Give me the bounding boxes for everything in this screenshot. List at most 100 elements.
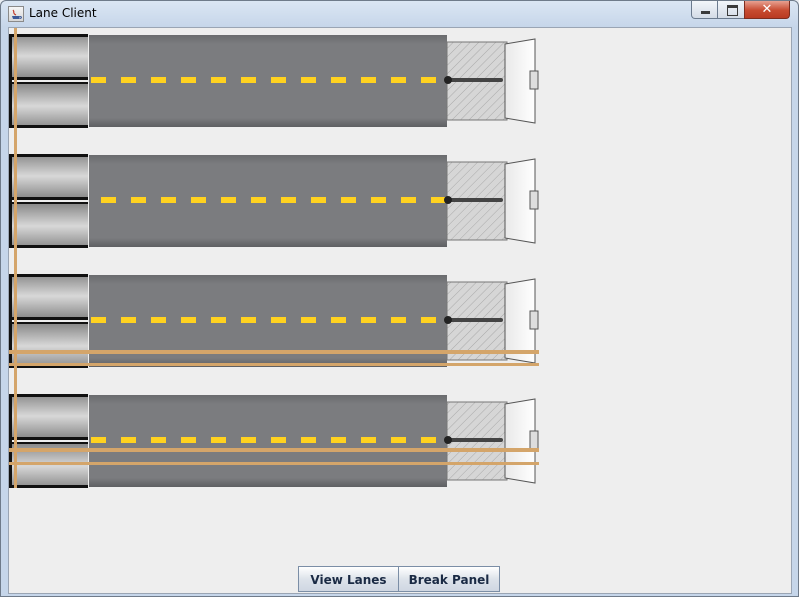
lane-dash [391, 437, 406, 443]
lane-dash [151, 437, 166, 443]
diverter-arm [449, 438, 503, 442]
lane-dash [101, 197, 116, 203]
feeder-knob [529, 310, 539, 330]
lane-dash [401, 197, 416, 203]
lane-dash [301, 77, 316, 83]
lane-dash [421, 77, 436, 83]
close-button[interactable]: ✕ [744, 1, 790, 19]
lane [9, 394, 539, 488]
roller-top [12, 154, 88, 198]
roller-top [12, 394, 88, 438]
lane-panel: View Lanes Break Panel [8, 27, 792, 594]
lanes-canvas [9, 28, 539, 488]
diverter-pivot [444, 76, 452, 84]
lane-dash [241, 317, 256, 323]
lane-dash [211, 437, 226, 443]
lane-dash [241, 77, 256, 83]
lane-frame [9, 394, 12, 488]
roller-edge [12, 437, 88, 440]
roller-edge [12, 197, 88, 200]
roller-edge [12, 34, 88, 37]
lane-dash [311, 197, 326, 203]
gantry-rail [9, 350, 539, 354]
feeder-knob [529, 190, 539, 210]
lane-dash [331, 77, 346, 83]
diverter-pivot [444, 316, 452, 324]
lane-dash [121, 437, 136, 443]
lane-frame [9, 34, 12, 128]
minimize-button[interactable] [691, 1, 718, 19]
feeder-knob [529, 70, 539, 90]
roller-edge [12, 245, 88, 248]
break-panel-button[interactable]: Break Panel [398, 566, 500, 592]
lane-dash [191, 197, 206, 203]
roller-edge [12, 125, 88, 128]
maximize-icon [727, 5, 738, 16]
lane-dash [221, 197, 236, 203]
lane-dash [121, 317, 136, 323]
roller-edge [12, 394, 88, 397]
roller-edge [12, 317, 88, 320]
roller-edge [12, 154, 88, 157]
lane-dash [271, 77, 286, 83]
lane-dash [181, 77, 196, 83]
lane-dash [91, 317, 106, 323]
gantry-rail [9, 363, 539, 366]
lane-frame [9, 154, 12, 248]
lane-dash [361, 437, 376, 443]
lane-dash [251, 197, 266, 203]
title-bar[interactable]: Lane Client ✕ [1, 1, 798, 27]
lane-dash [181, 437, 196, 443]
roller-bottom [12, 84, 88, 128]
feeder-knob [529, 430, 539, 450]
roller-edge [12, 442, 88, 444]
lane-dash [361, 77, 376, 83]
lane-dash [431, 197, 446, 203]
lane-dash [211, 317, 226, 323]
minimize-icon [701, 11, 710, 14]
app-window: Lane Client ✕ View Lanes Break Panel [0, 0, 799, 597]
roller-edge [12, 77, 88, 80]
lane-dash [281, 197, 296, 203]
roller-bottom [12, 324, 88, 368]
lane-dash [421, 317, 436, 323]
roller-edge [12, 82, 88, 84]
roller-edge [12, 485, 88, 488]
lane-dash [301, 317, 316, 323]
lane-dash [161, 197, 176, 203]
lane-dash [151, 317, 166, 323]
lane [9, 154, 539, 248]
lane-dash [331, 317, 346, 323]
maximize-button[interactable] [717, 1, 745, 19]
lane-dash [391, 77, 406, 83]
diverter-arm [449, 198, 503, 202]
lane-dash [341, 197, 356, 203]
roller-edge [12, 322, 88, 324]
lane [9, 34, 539, 128]
gantry-rail [9, 462, 539, 465]
view-lanes-button[interactable]: View Lanes [298, 566, 399, 592]
roller-top [12, 274, 88, 318]
lane-dash [301, 437, 316, 443]
diverter-pivot [444, 436, 452, 444]
lane-dash [271, 317, 286, 323]
lane-dash [121, 77, 136, 83]
roller-edge [12, 274, 88, 277]
lane-dash [271, 437, 286, 443]
roller-top [12, 34, 88, 78]
window-title: Lane Client [29, 6, 97, 20]
gantry-rail [9, 448, 539, 452]
gantry-rail-vertical [14, 28, 17, 488]
roller-edge [12, 202, 88, 204]
lane-dash [181, 317, 196, 323]
diverter-pivot [444, 196, 452, 204]
lane-dash [331, 437, 346, 443]
lane-dash [91, 77, 106, 83]
lane-dash [151, 77, 166, 83]
java-app-icon [8, 6, 24, 22]
lane-dash [361, 317, 376, 323]
lane-dash [131, 197, 146, 203]
lane-dash [91, 437, 106, 443]
lane-dash [241, 437, 256, 443]
diverter-arm [449, 78, 503, 82]
